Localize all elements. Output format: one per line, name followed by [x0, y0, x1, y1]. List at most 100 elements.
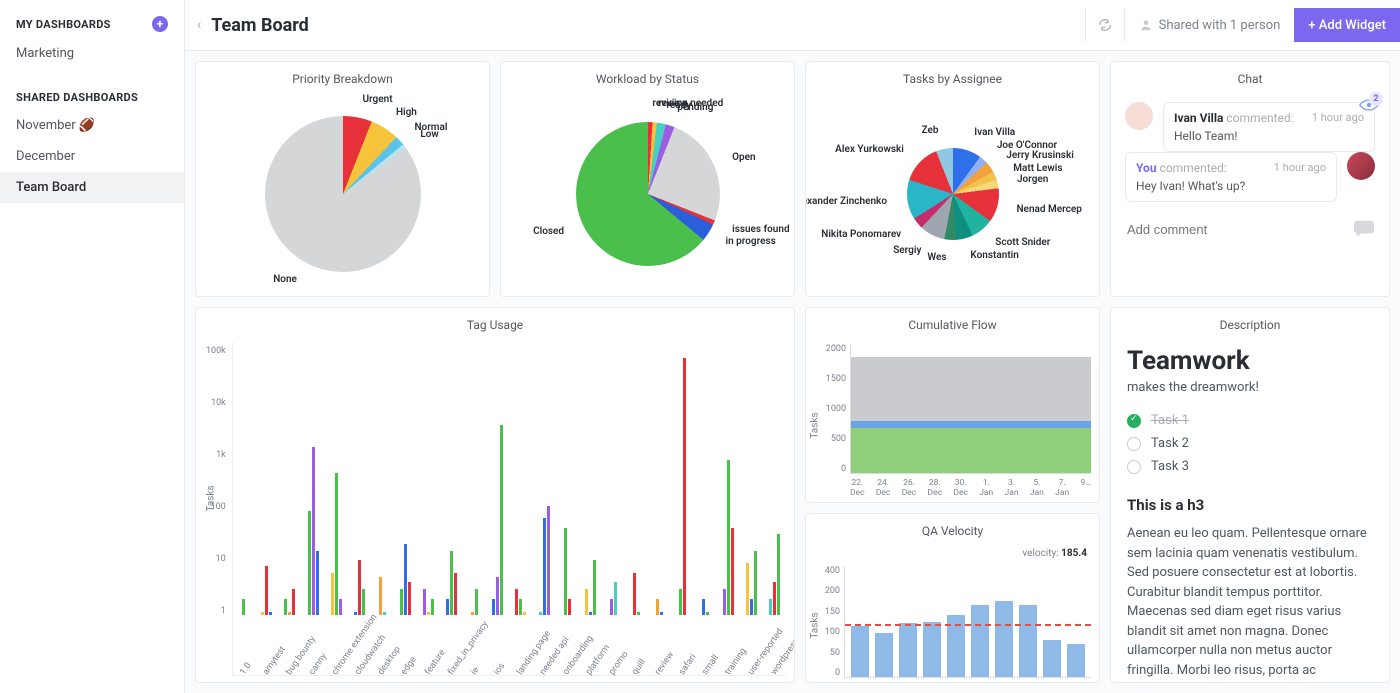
bar: [316, 551, 319, 615]
bar-group: promo: [602, 342, 624, 615]
avatar: [1125, 102, 1153, 130]
bar: [515, 589, 518, 615]
bar: [523, 612, 526, 615]
page-title: Team Board: [211, 15, 309, 36]
chat-watchers-badge[interactable]: 2: [1359, 98, 1379, 112]
x-tick-label: review: [654, 650, 677, 677]
assignee-pie: Ivan VillaJoe O'ConnorJerry KrusinskiMat…: [806, 92, 1099, 296]
person-icon: [1139, 18, 1153, 32]
bar: [284, 599, 287, 615]
widget-title: QA Velocity: [806, 514, 1099, 544]
x-tick-label: ie: [469, 665, 481, 676]
widget-title: Chat: [1111, 62, 1389, 92]
pie-label: Konstantin: [970, 250, 1018, 261]
bar: [746, 563, 749, 615]
mid-column: Cumulative Flow Tasks 2000150010005000 2…: [805, 307, 1100, 683]
bar-group: wordpress: [764, 342, 786, 615]
task-label: Task 3: [1151, 459, 1189, 474]
widget-tag-usage[interactable]: Tag Usage Tasks 100k10k1k100101 1.0amyte…: [195, 307, 795, 683]
description-tagline: makes the dreamwork!: [1127, 380, 1373, 395]
refresh-icon: [1098, 18, 1112, 32]
add-widget-label: + Add Widget: [1308, 18, 1386, 33]
chat-input[interactable]: [1125, 216, 1345, 243]
my-dashboards-header: MY DASHBOARDS +: [0, 10, 184, 38]
bar: [1067, 644, 1085, 677]
bar: [446, 599, 449, 615]
x-tick-label: desktop: [377, 645, 404, 677]
bar-group: onboarding: [556, 342, 578, 615]
sidebar-item[interactable]: Marketing: [0, 38, 184, 69]
bar-group: ios: [487, 342, 509, 615]
bar: [754, 551, 757, 615]
task-row[interactable]: Task 1: [1127, 409, 1373, 432]
bar: [637, 612, 640, 615]
dashboard-grid: Priority Breakdown UrgentHighNormalLowNo…: [185, 51, 1400, 693]
plot-area: [850, 344, 1091, 474]
shared-dashboards-header: SHARED DASHBOARDS: [0, 85, 184, 110]
shared-with-button[interactable]: Shared with 1 person: [1124, 8, 1295, 42]
checkbox-icon[interactable]: [1127, 437, 1141, 451]
bar-group: 1.0: [233, 342, 255, 615]
sidebar-item[interactable]: Team Board: [0, 172, 184, 203]
bar: [723, 589, 726, 615]
bar: [423, 589, 426, 615]
widget-title: Tag Usage: [196, 308, 794, 338]
bar: [400, 589, 403, 615]
pie-label: Jerry Krusinski: [1006, 150, 1074, 161]
bar: [450, 551, 453, 615]
bar: [995, 601, 1013, 677]
widget-qa-velocity[interactable]: QA Velocity velocity: 185.4 Tasks 400200…: [805, 513, 1100, 683]
checkbox-icon[interactable]: [1127, 460, 1141, 474]
send-icon[interactable]: [1353, 219, 1375, 241]
sidebar-item[interactable]: December: [0, 141, 184, 172]
bar: [777, 534, 780, 615]
bar-group: ie: [464, 342, 486, 615]
bar: [731, 528, 734, 615]
widget-description[interactable]: Description Teamwork makes the dreamwork…: [1110, 307, 1390, 683]
chat-body: 2 Ivan Villa commented:1 hour agoHello T…: [1111, 92, 1389, 296]
bar: [339, 599, 342, 615]
bar-group: chrome extension: [325, 342, 347, 615]
bar-group: edge: [394, 342, 416, 615]
widget-tasks-assignee[interactable]: Tasks by Assignee Ivan VillaJoe O'Connor…: [805, 61, 1100, 297]
chat-message: You commented:1 hour agoHey Ivan! What's…: [1125, 152, 1375, 202]
sidebar-item[interactable]: November 🏈: [0, 110, 184, 141]
bar: [683, 358, 686, 615]
task-row[interactable]: Task 2: [1127, 432, 1373, 455]
bar: [656, 599, 659, 615]
pie-label: Nenad Mercep: [1016, 204, 1081, 215]
pie-label: Sergiy: [893, 245, 921, 256]
bar: [379, 577, 382, 615]
bar: [875, 633, 893, 677]
collapse-sidebar-icon[interactable]: ‹: [197, 17, 201, 33]
description-p1: Aenean eu leo quam. Pellentesque ornare …: [1127, 524, 1373, 682]
task-row[interactable]: Task 3: [1127, 455, 1373, 478]
widget-workload-status[interactable]: Workload by Status revision neededreview…: [500, 61, 795, 297]
widget-chat[interactable]: Chat 2 Ivan Villa commented:1 hour agoHe…: [1110, 61, 1390, 297]
refresh-button[interactable]: [1085, 8, 1124, 42]
description-h3: This is a h3: [1127, 496, 1373, 514]
bar: [362, 589, 365, 615]
bar: [269, 612, 272, 615]
description-body: Teamwork makes the dreamwork! Task 1Task…: [1111, 338, 1389, 682]
bar: [261, 612, 264, 615]
add-widget-button[interactable]: + Add Widget: [1294, 8, 1400, 42]
pie-chart: [576, 122, 720, 266]
bar-group: platform: [579, 342, 601, 615]
widget-cumulative-flow[interactable]: Cumulative Flow Tasks 2000150010005000 2…: [805, 307, 1100, 503]
my-dashboards-label: MY DASHBOARDS: [16, 18, 111, 31]
x-tick-label: training: [723, 647, 748, 677]
x-tick-label: 1.0: [238, 661, 253, 677]
add-dashboard-button[interactable]: +: [152, 16, 168, 32]
pie-label: Alex Yurkowski: [835, 144, 904, 155]
widget-priority-breakdown[interactable]: Priority Breakdown UrgentHighNormalLowNo…: [195, 61, 490, 297]
pie-chart: [907, 148, 999, 240]
bar: [1043, 640, 1061, 677]
area-layer: [851, 428, 1091, 473]
bar: [500, 425, 503, 615]
shared-dashboards-label: SHARED DASHBOARDS: [16, 91, 138, 104]
x-tick-label: small: [700, 653, 721, 677]
x-tick-label: feature: [423, 648, 447, 677]
shared-with-label: Shared with 1 person: [1159, 18, 1281, 33]
checkbox-icon[interactable]: [1127, 414, 1141, 428]
